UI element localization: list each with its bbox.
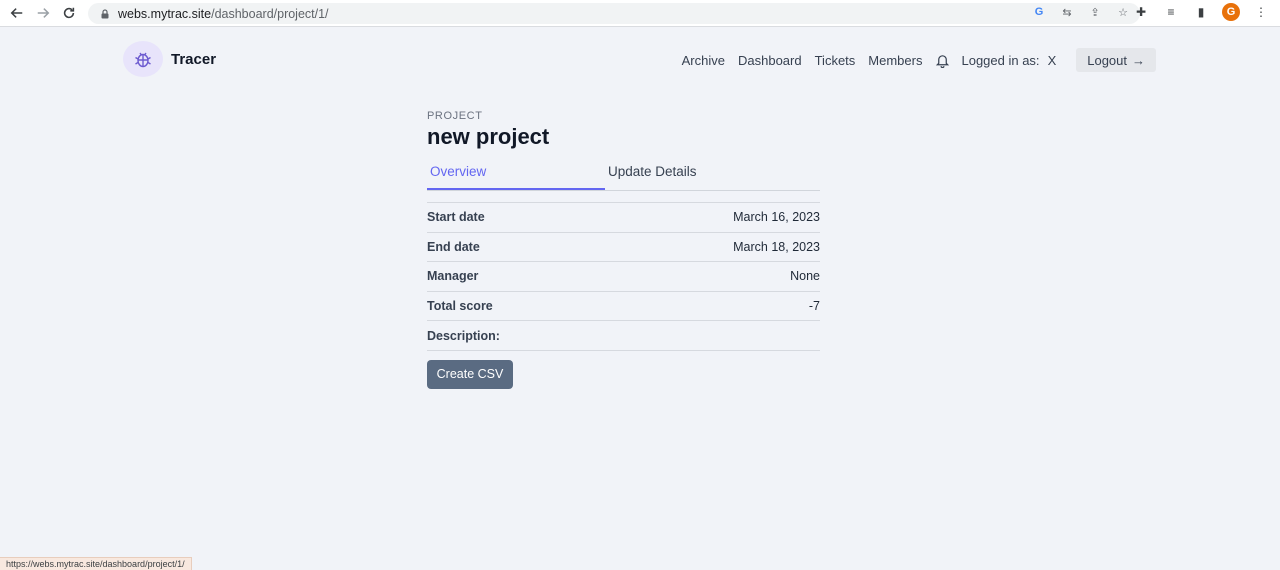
detail-value: -7 (808, 299, 820, 314)
detail-label: Manager (427, 269, 479, 284)
browser-toolbar: webs.mytrac.site/dashboard/project/1/ G … (0, 0, 1280, 27)
detail-label: Total score (427, 299, 493, 314)
username: X (1047, 52, 1057, 68)
detail-row-manager: Manager None (427, 262, 820, 292)
top-nav: Archive Dashboard Tickets Members Logged… (682, 48, 1156, 72)
reading-list-icon[interactable]: ≡ (1162, 3, 1180, 21)
nav-tickets[interactable]: Tickets (815, 53, 856, 68)
details-list: Start date March 16, 2023 End date March… (427, 202, 820, 351)
nav-dashboard[interactable]: Dashboard (738, 53, 802, 68)
detail-label: End date (427, 239, 480, 254)
address-bar[interactable]: webs.mytrac.site/dashboard/project/1/ G … (88, 3, 1140, 24)
detail-value: None (790, 269, 820, 284)
logout-label: Logout (1087, 52, 1127, 68)
reload-icon[interactable] (56, 0, 82, 26)
extensions-puzzle-icon[interactable]: ✚ (1132, 3, 1150, 21)
url-path: /dashboard/project/1/ (211, 6, 329, 21)
create-csv-button[interactable]: Create CSV (427, 359, 513, 389)
lock-icon (101, 8, 109, 18)
nav-members[interactable]: Members (868, 53, 922, 68)
project-detail: PROJECT new project Overview Update Deta… (427, 110, 820, 389)
bookmark-star-icon[interactable]: ☆ (1116, 5, 1130, 19)
detail-value: March 18, 2023 (733, 239, 820, 254)
section-eyebrow: PROJECT (427, 110, 483, 122)
logout-button[interactable]: Logout → (1076, 48, 1156, 72)
brand-name: Tracer (171, 50, 217, 68)
app-header: Tracer Archive Dashboard Tickets Members… (0, 27, 1280, 91)
tab-update-details[interactable]: Update Details (605, 164, 783, 190)
detail-value: March 16, 2023 (733, 210, 820, 225)
back-icon[interactable] (4, 0, 30, 26)
project-tabs: Overview Update Details (427, 164, 820, 191)
detail-label: Description: (427, 328, 500, 343)
detail-row-end-date: End date March 18, 2023 (427, 233, 820, 263)
forward-icon[interactable] (30, 0, 56, 26)
brand[interactable]: Tracer (123, 41, 216, 77)
bug-logo-icon (123, 41, 163, 77)
more-menu-icon[interactable]: ⋮ (1252, 3, 1270, 21)
share-icon[interactable]: ⇪ (1088, 5, 1102, 19)
logged-in-label: Logged in as: (961, 52, 1040, 68)
detail-row-description: Description: (427, 321, 820, 351)
detail-row-start-date: Start date March 16, 2023 (427, 203, 820, 233)
nav-archive[interactable]: Archive (682, 53, 725, 68)
detail-label: Start date (427, 210, 485, 225)
tab-overview[interactable]: Overview (427, 164, 605, 190)
url-host: webs.mytrac.site (118, 6, 212, 21)
side-panel-icon[interactable]: ▮ (1192, 3, 1210, 21)
profile-avatar[interactable]: G (1222, 3, 1240, 21)
page-title: new project (427, 124, 550, 149)
google-icon[interactable]: G (1032, 5, 1046, 19)
arrow-right-icon: → (1132, 52, 1145, 68)
detail-row-total-score: Total score -7 (427, 292, 820, 322)
translate-icon[interactable]: ⇆ (1060, 5, 1074, 19)
link-status-bar: https://webs.mytrac.site/dashboard/proje… (0, 557, 192, 570)
bell-icon[interactable] (935, 52, 951, 68)
